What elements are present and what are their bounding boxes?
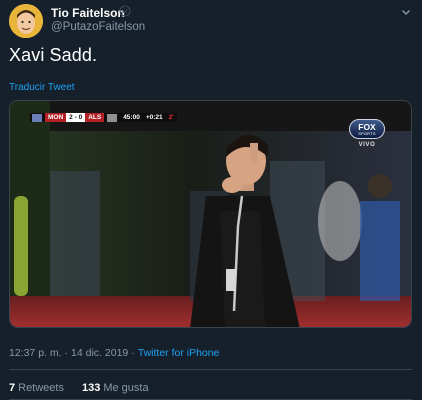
- meta-separator-2: ·: [131, 347, 135, 359]
- live-label: VIVO: [358, 142, 376, 148]
- retweets-stat[interactable]: 7 Retweets: [9, 382, 64, 394]
- away-team-flag-icon: [107, 113, 118, 122]
- match-clock: 45:00: [123, 114, 140, 121]
- likes-count: 133: [81, 382, 101, 394]
- match-score: 2 - 0: [66, 113, 86, 122]
- tweet-card: Tio Faitelson @PutazoFaitelson Xavi Sadd…: [0, 0, 422, 400]
- translate-tweet-link[interactable]: Traducir Tweet: [9, 82, 75, 93]
- scoreboard: MON 2 - 0 ALS 45:00 +0:21 2': [30, 113, 177, 122]
- away-team-code: ALS: [85, 113, 105, 122]
- author-name[interactable]: Tio Faitelson: [51, 6, 125, 20]
- tweet-media-image[interactable]: MON 2 - 0 ALS 45:00 +0:21 2' FOX SPORTS …: [9, 100, 412, 328]
- fox-sports-logo-icon: FOX SPORTS: [349, 119, 385, 139]
- tweet-time[interactable]: 12:37 p. m.: [9, 347, 62, 359]
- tweet-stats: 7 Retweets 133 Me gusta: [9, 382, 167, 394]
- added-time: +0:21: [145, 114, 163, 121]
- tweet-text: Xavi Sadd.: [9, 45, 98, 65]
- likes-stat[interactable]: 133 Me gusta: [82, 382, 149, 394]
- tweet-meta: 12:37 p. m. · 14 dic. 2019 · Twitter for iPh…: [9, 347, 219, 359]
- broadcaster-badge: FOX SPORTS VIVO: [349, 119, 389, 148]
- avatar[interactable]: [9, 4, 43, 38]
- match-period: 2': [168, 114, 174, 121]
- chevron-down-icon[interactable]: [400, 6, 412, 18]
- home-team-flag-icon: [32, 113, 42, 122]
- home-team-code: MON: [45, 113, 67, 122]
- likes-label: Me gusta: [103, 382, 149, 394]
- fox-logo-word: FOX: [358, 121, 376, 132]
- tweet-date[interactable]: 14 dic. 2019: [71, 347, 128, 359]
- fox-logo-sub: SPORTS: [358, 130, 376, 136]
- author-handle[interactable]: @PutazoFaitelson: [51, 21, 145, 33]
- avatar-face-icon: [9, 4, 43, 38]
- meta-separator: ·: [64, 347, 69, 359]
- divider: [9, 369, 412, 370]
- verified-badge-icon: [119, 5, 131, 17]
- retweets-label: Retweets: [18, 382, 64, 394]
- retweets-count: 7: [9, 382, 16, 394]
- tweet-source-link[interactable]: Twitter for iPhone: [138, 347, 220, 359]
